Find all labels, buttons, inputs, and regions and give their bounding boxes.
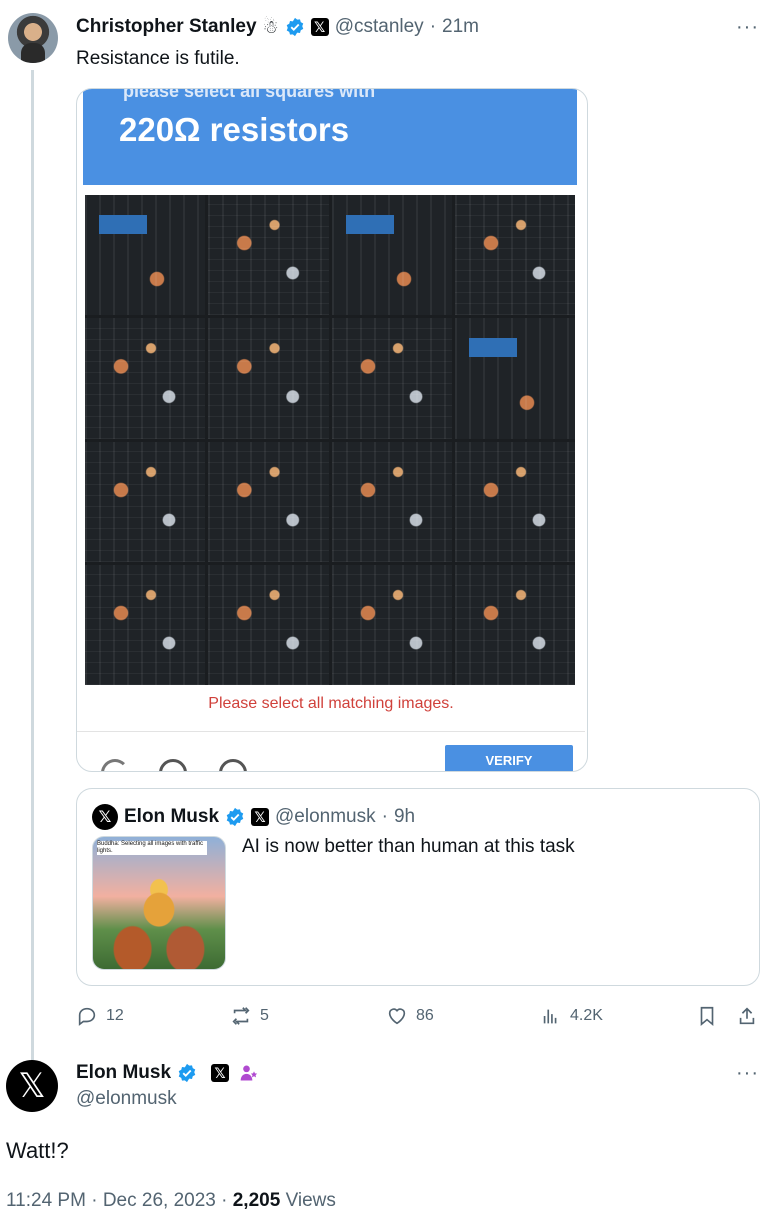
x-affiliate-icon: 𝕏 [251, 808, 270, 826]
quoted-author-handle[interactable]: @elonmusk [275, 806, 376, 828]
author-handle[interactable]: @cstanley [335, 16, 424, 38]
tweet-date[interactable]: Dec 26, 2023 [103, 1190, 216, 1211]
captcha-instruction: please select all squares with [123, 88, 376, 101]
tweet-time[interactable]: 21m [442, 16, 479, 38]
captcha-image[interactable]: please select all squares with 220Ω resi… [76, 88, 588, 772]
main-tweet-header: Elon Musk 𝕏 [76, 1062, 259, 1084]
captcha-tile[interactable] [208, 195, 329, 316]
captcha-tile[interactable] [85, 318, 206, 439]
captcha-heading: 220Ω resistors [119, 111, 350, 148]
captcha-tile[interactable] [331, 564, 452, 685]
author-name[interactable]: Elon Musk [76, 1062, 171, 1084]
captcha-tile[interactable] [208, 564, 329, 685]
quoted-tweet-text: AI is now better than human at this task [242, 836, 575, 857]
bookmark-icon [700, 1006, 714, 1027]
captcha-tile[interactable] [85, 441, 206, 562]
tweet-text: Resistance is futile. [76, 48, 240, 69]
quoted-tweet-image[interactable]: Buddha: Selecting all images with traffi… [92, 836, 226, 970]
quoted-tweet-header: 𝕏 Elon Musk 𝕏 @elonmusk · 9h [92, 804, 415, 830]
x-avatar-icon[interactable]: 𝕏 [92, 804, 118, 830]
quoted-author-name[interactable]: Elon Musk [124, 806, 219, 828]
views-label: Views [285, 1190, 336, 1211]
verify-label: VERIFY [485, 753, 533, 768]
separator-dot: · [429, 16, 437, 37]
tweet-time[interactable]: 11:24 PM [6, 1190, 86, 1211]
separator-dot: · [91, 1190, 103, 1211]
verified-badge-icon [226, 807, 244, 827]
image-caption: Buddha: Selecting all images with traffi… [97, 841, 207, 855]
reply-button[interactable]: 12 [76, 1005, 124, 1027]
captcha-message: Please select all matching images. [208, 695, 454, 712]
views-button[interactable]: 4.2K [540, 1005, 603, 1027]
like-count: 86 [416, 1007, 434, 1024]
snowman-emoji: ☃ [262, 16, 279, 37]
parody-person-icon [240, 1065, 258, 1081]
share-button[interactable] [736, 1005, 758, 1027]
captcha-tile[interactable] [454, 564, 575, 685]
more-options-icon[interactable]: ··· [736, 1062, 759, 1085]
thread-connector-line [31, 70, 34, 1060]
divider [77, 731, 585, 732]
captcha-tile[interactable] [85, 564, 206, 685]
captcha-tile[interactable] [331, 318, 452, 439]
share-icon [739, 1007, 755, 1025]
repost-button[interactable]: 5 [230, 1005, 269, 1027]
views-count: 4.2K [570, 1007, 603, 1024]
captcha-tile[interactable] [454, 318, 575, 439]
x-avatar-icon[interactable]: 𝕏 [6, 1060, 58, 1112]
info-icon [219, 759, 247, 771]
captcha-tile[interactable] [85, 195, 206, 316]
quoted-tweet-time[interactable]: 9h [394, 806, 415, 828]
like-button[interactable]: 86 [386, 1005, 434, 1027]
tweet-text: Watt!? [6, 1138, 69, 1163]
audio-icon [159, 759, 187, 771]
repost-count: 5 [260, 1007, 269, 1024]
verified-badge-icon [178, 1063, 196, 1083]
author-handle[interactable]: @elonmusk [76, 1088, 177, 1110]
separator-dot: · [381, 806, 388, 827]
captcha-grid [83, 193, 577, 687]
captcha-header: please select all squares with 220Ω resi… [83, 89, 577, 185]
reload-icon [101, 759, 129, 771]
captcha-tile[interactable] [454, 195, 575, 316]
x-affiliate-icon: 𝕏 [310, 18, 329, 36]
heart-icon [388, 1008, 406, 1025]
captcha-tile[interactable] [208, 441, 329, 562]
verify-button: VERIFY [445, 745, 573, 771]
repost-icon [232, 1007, 250, 1025]
tweet-header: Christopher Stanley ☃ 𝕏 @cstanley · 21m [76, 16, 479, 38]
captcha-tile[interactable] [331, 195, 452, 316]
more-options-icon[interactable]: ··· [736, 16, 759, 39]
verified-badge-icon [286, 17, 303, 37]
captcha-tile[interactable] [331, 441, 452, 562]
captcha-tile[interactable] [454, 441, 575, 562]
reply-icon [78, 1007, 96, 1026]
author-name[interactable]: Christopher Stanley [76, 16, 257, 38]
separator-dot: · [221, 1190, 233, 1211]
reply-count: 12 [106, 1007, 124, 1024]
avatar[interactable] [8, 13, 58, 63]
analytics-icon [543, 1009, 557, 1024]
x-affiliate-icon: 𝕏 [211, 1064, 230, 1082]
tweet-meta: 11:24 PM · Dec 26, 2023 · 2,205 Views [6, 1190, 336, 1212]
captcha-tile[interactable] [208, 318, 329, 439]
views-count: 2,205 [232, 1190, 281, 1211]
bookmark-button[interactable] [696, 1005, 718, 1027]
